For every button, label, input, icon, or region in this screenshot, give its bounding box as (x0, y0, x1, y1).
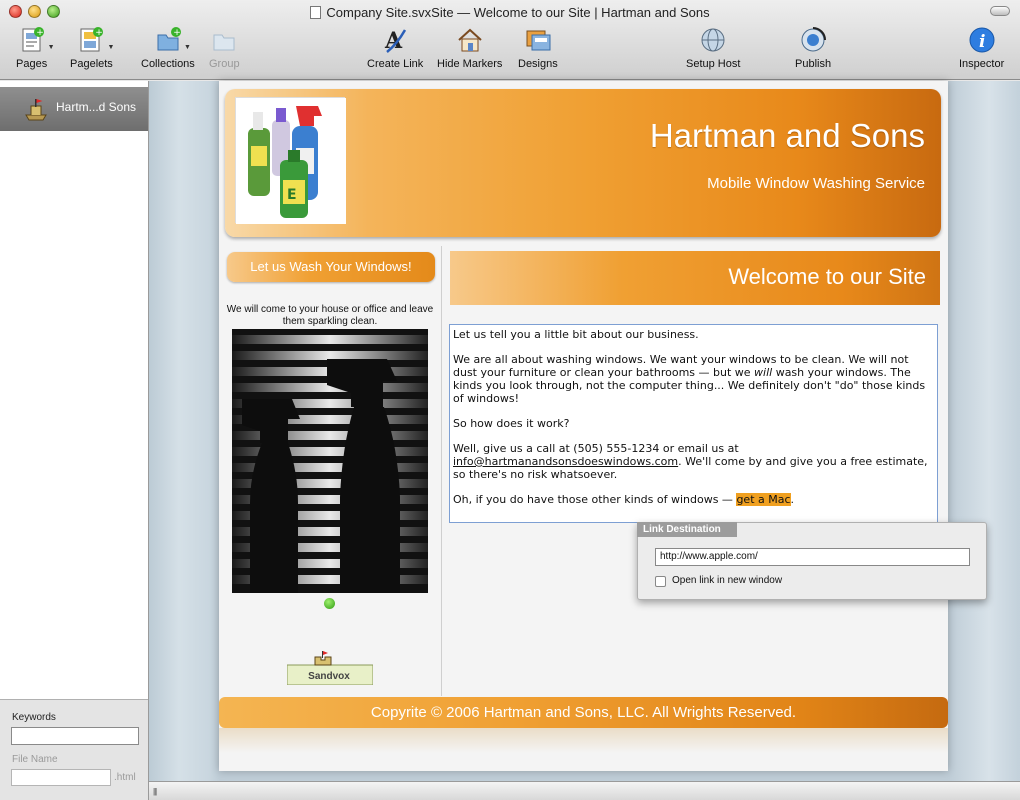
logo-image[interactable]: E (235, 97, 346, 224)
group-button[interactable]: Group (209, 26, 240, 70)
page-heading[interactable]: Welcome to our Site (728, 264, 926, 290)
web-page: E Hartman and Sons Mobile Window Washing… (219, 81, 948, 771)
footer-reflection (219, 728, 948, 753)
home-page-icon (22, 95, 50, 121)
page-canvas: E Hartman and Sons Mobile Window Washing… (149, 81, 1020, 781)
inspector-button[interactable]: i Inspector (959, 26, 1004, 70)
selected-link-text[interactable]: get a Mac (736, 493, 791, 506)
create-link-icon: A (381, 26, 409, 54)
link-url-input[interactable]: http://www.apple.com/ (655, 548, 970, 566)
body-paragraph: So how does it work? (453, 417, 570, 430)
keywords-label: Keywords (12, 712, 56, 723)
add-photo-icon[interactable] (324, 598, 335, 609)
page-body-editor[interactable]: Let us tell you a little bit about our b… (449, 324, 938, 523)
spray-bottles-photo[interactable] (232, 329, 428, 593)
svg-text:Sandvox: Sandvox (308, 671, 350, 682)
pagelet-text[interactable]: We will come to your house or office and… (223, 304, 437, 328)
svg-text:+: + (96, 28, 104, 38)
globe-icon (699, 26, 727, 54)
svg-text:+: + (36, 28, 44, 38)
popup-title: Link Destination (637, 522, 737, 537)
file-extension-label: .html (114, 772, 136, 783)
svg-text:i: i (979, 32, 985, 52)
svg-text:E: E (287, 187, 297, 203)
svg-text:+: + (173, 28, 181, 38)
site-footer[interactable]: Copyrite © 2006 Hartman and Sons, LLC. A… (219, 697, 948, 728)
file-name-input[interactable] (11, 769, 111, 786)
resize-grip-icon[interactable]: ||| (153, 787, 157, 796)
toolbar-toggle-button[interactable] (990, 6, 1010, 16)
body-paragraph: Well, give us a call at (505) 555-1234 o… (453, 442, 928, 481)
collections-button[interactable]: + ▼ Collections (141, 26, 195, 70)
open-new-window-label[interactable]: Open link in new window (672, 575, 782, 586)
pages-icon: + ▼ (18, 26, 55, 54)
page-properties-panel: Keywords File Name .html (0, 699, 148, 800)
publish-icon (799, 26, 827, 54)
pagelets-icon: + ▼ (77, 26, 114, 54)
open-new-window-checkbox[interactable] (655, 576, 666, 587)
keywords-input[interactable] (11, 727, 139, 745)
setup-host-button[interactable]: Setup Host (686, 26, 740, 70)
file-name-label: File Name (12, 754, 58, 765)
svg-text:A: A (384, 28, 403, 54)
window-toolbar: Company Site.svxSite — Welcome to our Si… (0, 0, 1020, 80)
pagelet-title[interactable]: Let us Wash Your Windows! (227, 252, 435, 282)
hide-markers-button[interactable]: Hide Markers (437, 26, 502, 70)
house-icon (456, 26, 484, 54)
designs-icon (524, 26, 552, 54)
body-paragraph: Let us tell you a little bit about our b… (453, 328, 699, 341)
email-link[interactable]: info@hartmanandsonsdoeswindows.com (453, 455, 678, 468)
body-paragraph: We are all about washing windows. We wan… (453, 353, 926, 405)
sidebar-item-home[interactable]: Hartm...d Sons (0, 87, 148, 131)
site-subtitle[interactable]: Mobile Window Washing Service (707, 175, 925, 192)
publish-button[interactable]: Publish (795, 26, 831, 70)
sandvox-badge[interactable]: Sandvox (286, 651, 374, 686)
page-heading-banner: Welcome to our Site (450, 251, 940, 305)
sidebar-pagelet: Let us Wash Your Windows! We will come t… (219, 246, 441, 696)
collections-icon: + ▼ (154, 26, 191, 54)
designs-button[interactable]: Designs (518, 26, 558, 70)
info-icon: i (968, 26, 996, 54)
sidebar-item-label: Hartm...d Sons (56, 100, 137, 114)
site-header: E Hartman and Sons Mobile Window Washing… (225, 89, 941, 237)
site-title[interactable]: Hartman and Sons (650, 117, 925, 155)
group-icon (210, 26, 238, 54)
horizontal-scrollbar[interactable]: ||| (149, 781, 1020, 800)
column-divider (441, 246, 442, 696)
site-outline-sidebar: Hartm...d Sons Keywords File Name .html (0, 81, 149, 800)
create-link-button[interactable]: A Create Link (367, 26, 423, 70)
link-destination-popup: Link Destination http://www.apple.com/ O… (637, 522, 987, 600)
pagelets-button[interactable]: + ▼ Pagelets (70, 26, 114, 70)
window-title: Company Site.svxSite — Welcome to our Si… (0, 5, 1020, 20)
pages-button[interactable]: + ▼ Pages (16, 26, 55, 70)
document-icon (310, 6, 322, 19)
body-paragraph: Oh, if you do have those other kinds of … (453, 493, 795, 506)
